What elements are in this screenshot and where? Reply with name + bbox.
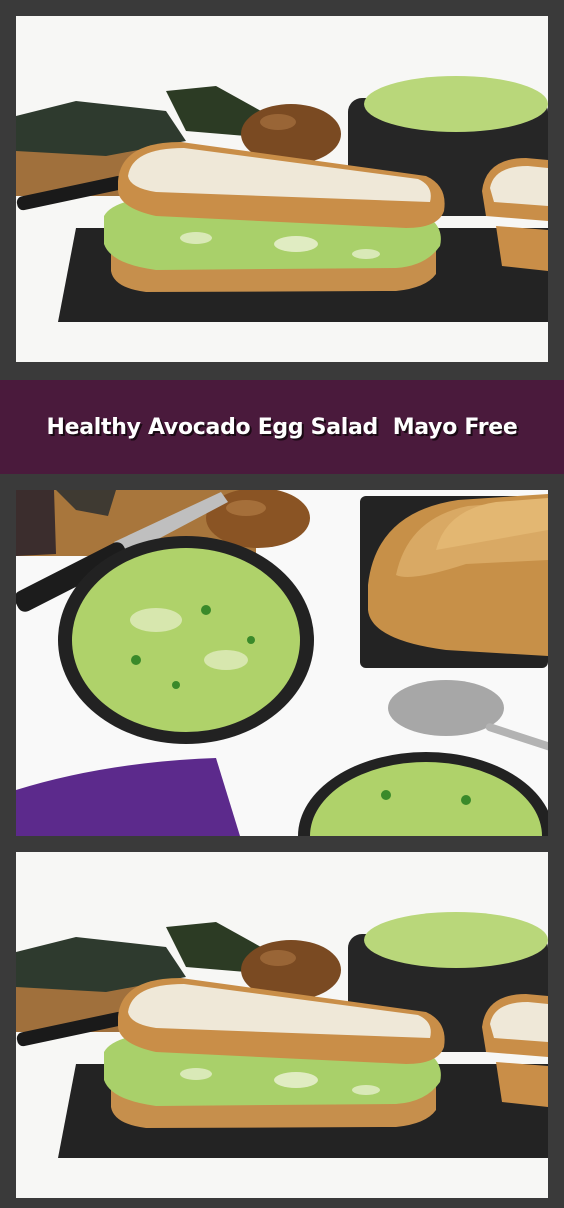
sandwich-photo-top [16,16,548,362]
egg-salad-left [72,548,300,732]
recipe-title: Healthy Avocado Egg Salad Mayo Free [46,414,518,440]
sandwich-illustration [16,852,548,1198]
bowls-illustration [16,490,548,836]
sandwich-illustration [16,16,548,362]
bowls-photo [16,490,548,836]
avocado-skin [16,490,56,556]
title-banner: Healthy Avocado Egg Salad Mayo Free [0,380,564,474]
sandwich-photo-bottom [16,852,548,1198]
